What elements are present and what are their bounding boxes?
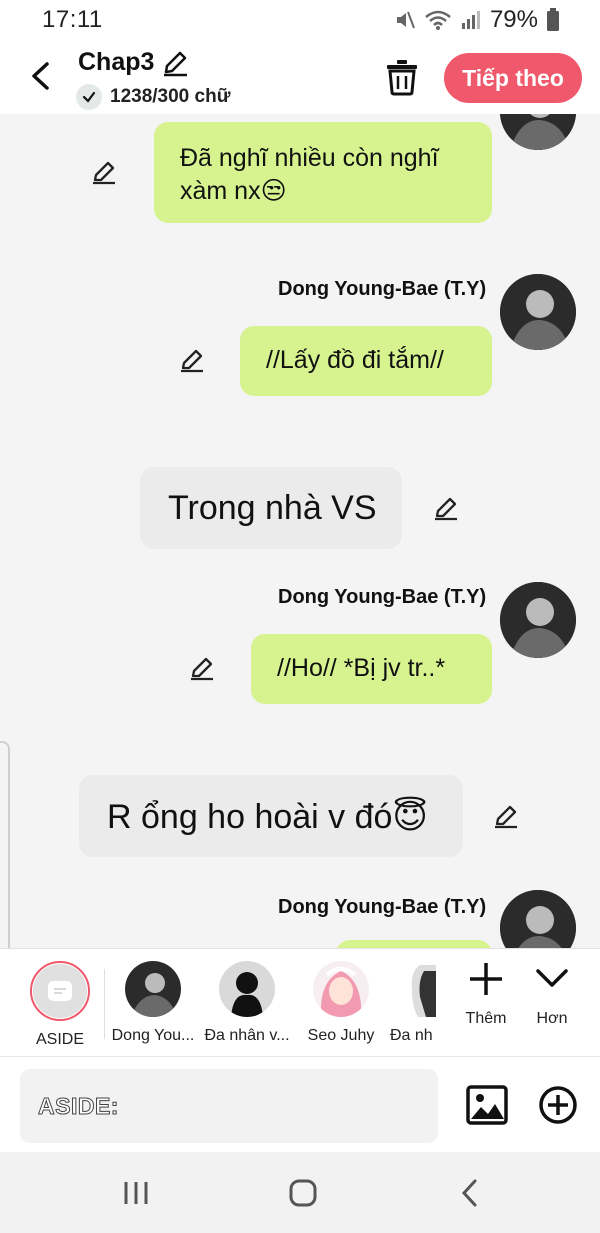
plus-icon	[470, 963, 502, 995]
add-character-button[interactable]: Thêm	[456, 959, 516, 1028]
character-multi-2[interactable]: Đa nh	[390, 961, 436, 1045]
input-speaker-label: ASIDE:	[38, 1093, 119, 1120]
character-dong[interactable]: Dong You...	[108, 961, 198, 1045]
battery-icon	[547, 8, 559, 31]
avatar	[500, 274, 576, 350]
avatar	[313, 961, 369, 1017]
status-bar: 17:11 79%	[0, 0, 600, 40]
avatar	[500, 114, 576, 150]
avatar	[500, 582, 576, 658]
character-label: Đa nhân v...	[204, 1027, 290, 1044]
sender-name: Dong Young-Bae (T.Y)	[278, 278, 487, 300]
aside-bubble[interactable]: Trong nhà VS	[140, 467, 402, 549]
message-text: xàm nx😒	[180, 177, 287, 205]
home-button[interactable]	[283, 1176, 323, 1210]
edit-message-icon[interactable]	[188, 654, 216, 682]
add-label: Thêm	[465, 1010, 507, 1027]
character-multi-1[interactable]: Đa nhân v...	[202, 961, 292, 1045]
sender-name: Dong Young-Bae (T.Y)	[278, 896, 487, 918]
avatar	[125, 961, 181, 1017]
back-nav-button[interactable]	[450, 1176, 490, 1210]
message-bubble[interactable]: Đã nghĩ nhiều còn nghĩ xàm nx😒	[154, 122, 492, 223]
character-label: Đa nh	[390, 1027, 433, 1044]
back-button[interactable]	[22, 56, 58, 96]
aside-text: Trong nhà VS	[168, 489, 377, 527]
divider	[104, 969, 105, 1039]
next-button[interactable]: Tiếp theo	[444, 53, 582, 103]
message-bubble[interactable]: //Ho// *Bị jv tr..*	[251, 634, 492, 704]
home-icon	[289, 1179, 317, 1207]
message-bubble[interactable]	[336, 940, 492, 948]
mute-icon	[396, 11, 415, 29]
sender-name: Dong Young-Bae (T.Y)	[278, 586, 487, 608]
edit-message-icon[interactable]	[178, 346, 206, 374]
avatar	[500, 890, 576, 948]
edit-message-icon[interactable]	[432, 494, 460, 522]
aside-text: R ổng ho hoài v đó😇	[107, 798, 428, 836]
avatar	[390, 961, 436, 1017]
add-circle-icon[interactable]	[538, 1085, 578, 1125]
message-text: Đã nghĩ nhiều còn nghĩ	[180, 144, 439, 172]
avatar	[219, 961, 275, 1017]
message-bubble[interactable]: //Lấy đồ đi tắm//	[240, 326, 492, 396]
word-count: 1238/300 chữ	[110, 86, 231, 107]
recent-apps-button[interactable]	[116, 1176, 156, 1210]
editor-header: Chap3 1238/300 chữ Tiếp theo	[0, 40, 600, 114]
trash-icon[interactable]	[384, 58, 420, 96]
character-bar: ASIDE Dong You... Đa nhân v... Seo Juhy …	[0, 948, 600, 1056]
character-label: ASIDE	[35, 1031, 84, 1048]
edit-message-icon[interactable]	[492, 802, 520, 830]
more-button[interactable]: Hơn	[522, 959, 582, 1028]
input-row: ASIDE:	[0, 1056, 600, 1152]
back-nav-icon	[461, 1179, 477, 1207]
edit-message-icon[interactable]	[90, 158, 118, 186]
character-label: Seo Juhy	[307, 1027, 375, 1044]
more-label: Hơn	[536, 1010, 568, 1027]
chat-area: Đã nghĩ nhiều còn nghĩ xàm nx😒 Dong Youn…	[0, 114, 600, 948]
aside-bubble[interactable]: R ổng ho hoài v đó😇	[79, 775, 463, 857]
signal-icon	[461, 11, 480, 29]
check-icon	[76, 84, 102, 110]
system-nav-bar	[0, 1152, 600, 1233]
chevron-left-icon	[32, 62, 49, 90]
chapter-title: Chap3	[78, 48, 155, 76]
chevron-down-icon	[536, 969, 568, 987]
character-label: Dong You...	[111, 1027, 195, 1044]
status-time: 17:11	[42, 6, 103, 33]
message-text: //Ho// *Bị jv tr..*	[277, 654, 446, 682]
battery-percent: 79%	[489, 6, 538, 33]
wifi-icon	[425, 10, 451, 30]
aside-icon	[48, 981, 72, 1001]
image-icon[interactable]	[466, 1085, 508, 1125]
status-icons: 79%	[394, 6, 560, 34]
message-text: //Lấy đồ đi tắm//	[266, 346, 444, 374]
character-aside[interactable]: ASIDE	[15, 961, 105, 1049]
recent-apps-icon	[124, 1182, 148, 1204]
side-drawer-handle[interactable]	[0, 741, 10, 948]
edit-title-icon[interactable]	[160, 48, 190, 78]
aside-avatar	[30, 961, 90, 1021]
character-seo-juhy[interactable]: Seo Juhy	[296, 961, 386, 1045]
